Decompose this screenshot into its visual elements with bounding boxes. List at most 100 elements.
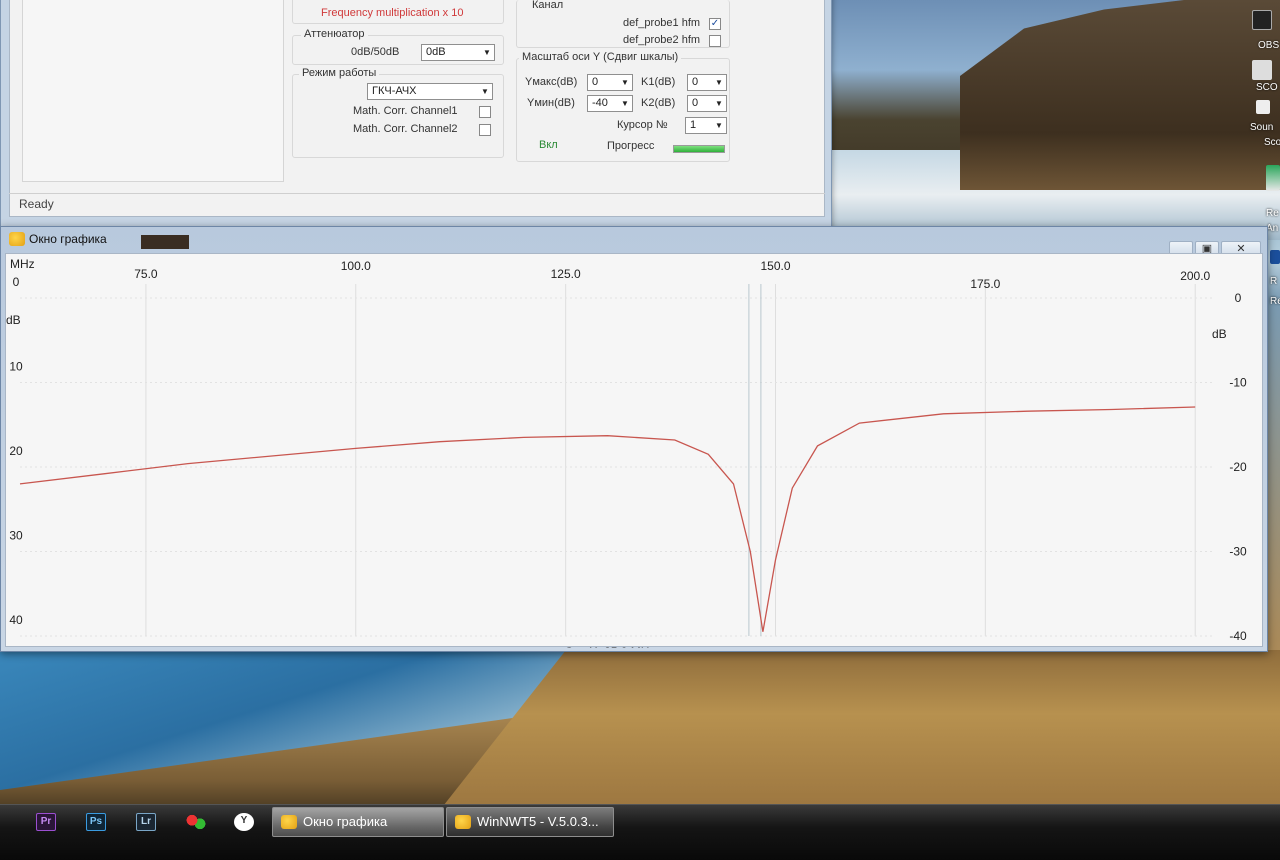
graph-window-title: Окно графика xyxy=(29,232,107,246)
cursor-value: 1 xyxy=(690,119,697,131)
y-tick-label-left: 30 xyxy=(9,529,23,543)
ymax-value: 0 xyxy=(592,76,599,88)
task-label: Окно графика xyxy=(303,814,388,829)
y-tick-label-right: -20 xyxy=(1229,460,1247,474)
math-corr-channel2-label: Math. Corr. Channel2 xyxy=(353,123,458,135)
x-tick-label: 200.0 xyxy=(1180,269,1210,283)
k2-value: 0 xyxy=(692,97,699,109)
x-tick-label: 125.0 xyxy=(551,267,581,281)
lightroom-icon[interactable]: Lr xyxy=(136,813,156,831)
y-unit-label-right: dB xyxy=(1212,327,1227,341)
math-corr-channel1-checkbox[interactable] xyxy=(479,106,491,118)
recycle-icon[interactable] xyxy=(1266,165,1280,191)
mode-select[interactable]: ГКЧ-АЧХ ▼ xyxy=(367,83,493,100)
desktop-icon-label: Re xyxy=(1266,208,1279,219)
sound-icon[interactable] xyxy=(1252,60,1272,80)
cursor-label: Курсор № xyxy=(617,119,668,131)
channel-title: Канал xyxy=(529,0,567,11)
attenuator-group: Аттенюатор 0dB/50dB 0dB ▼ xyxy=(292,28,504,65)
desktop-icon-label: Soun xyxy=(1250,122,1274,133)
task-winnwt5[interactable]: WinNWT5 - V.5.0.3... xyxy=(446,807,614,837)
k2-select[interactable]: 0 ▼ xyxy=(687,95,727,112)
chevron-down-icon: ▼ xyxy=(483,48,491,57)
y-tick-label-left: 0 xyxy=(13,275,20,289)
math-corr-channel1-label: Math. Corr. Channel1 xyxy=(353,105,458,117)
left-panel xyxy=(22,0,284,182)
chevron-down-icon: ▼ xyxy=(715,99,723,108)
attenuator-value: 0dB xyxy=(426,46,446,58)
x-tick-label: 175.0 xyxy=(970,277,1000,291)
desktop-icon-label: R xyxy=(1270,276,1278,287)
progress-fill xyxy=(674,146,724,152)
on-label: Вкл xyxy=(539,139,558,151)
probe2-label: def_probe2 hfm xyxy=(623,34,701,46)
desktop-icon-label: OBS xyxy=(1258,40,1280,51)
progress-label: Прогресс xyxy=(607,140,655,152)
desktop-icon-label: SCO xyxy=(1256,82,1278,93)
graph-window: Окно графика ▁ ▣ ✕ 75.0 100.0 125.0 150.0 17… xyxy=(0,226,1268,652)
plot-area[interactable]: 75.0 100.0 125.0 150.0 175.0 200.0 0 -10 -20 -30 -… xyxy=(5,253,1264,648)
winnwt-app-icon[interactable] xyxy=(9,232,25,246)
k2-label: K2(dB) xyxy=(641,97,676,109)
freq-multiplication-label: Frequency multiplication x 10 xyxy=(321,7,464,19)
chevron-down-icon: ▼ xyxy=(621,99,629,108)
progress-bar xyxy=(673,145,725,153)
task-graph-window[interactable]: Окно графика xyxy=(272,807,444,837)
ymin-value: -40 xyxy=(592,97,608,109)
probe2-checkbox[interactable] xyxy=(709,35,721,47)
attenuator-label: 0dB/50dB xyxy=(351,46,400,58)
y-tick-label-left: 20 xyxy=(9,444,23,458)
mode-value: ГКЧ-АЧХ xyxy=(372,85,417,97)
wallpaper-bank xyxy=(440,650,1280,810)
taskbar: Pr Ps Lr Y Окно графика WinNWT5 - V.5.0.… xyxy=(0,804,1280,860)
app-multicolor-icon[interactable] xyxy=(186,813,206,831)
y-tick-label-right: -30 xyxy=(1229,545,1247,559)
chevron-down-icon: ▼ xyxy=(621,78,629,87)
ymin-select[interactable]: -40 ▼ xyxy=(587,95,633,112)
ymax-select[interactable]: 0 ▼ xyxy=(587,74,633,91)
yandex-icon[interactable]: Y xyxy=(234,813,254,831)
chevron-down-icon: ▼ xyxy=(481,87,489,96)
k1-select[interactable]: 0 ▼ xyxy=(687,74,727,91)
title-thumbnail xyxy=(141,235,189,249)
probe1-label: def_probe1 hfm xyxy=(623,17,701,29)
app-icon-r[interactable] xyxy=(1270,250,1280,264)
y-tick-label-left: 10 xyxy=(9,360,23,374)
math-corr-channel2-checkbox[interactable] xyxy=(479,124,491,136)
ymax-label: Yмакс(dB) xyxy=(525,76,578,88)
main-window: Frequency multiplication x 10 Аттенюатор… xyxy=(0,0,832,232)
attenuator-select[interactable]: 0dB ▼ xyxy=(421,44,495,61)
x-axis-caption: Ось X: 25.0 MHz xyxy=(565,645,656,648)
chevron-down-icon: ▼ xyxy=(715,121,723,130)
winnwt-task-icon xyxy=(455,815,471,829)
premiere-icon[interactable]: Pr xyxy=(36,813,56,831)
task-label: WinNWT5 - V.5.0.3... xyxy=(477,814,599,829)
obs-icon[interactable] xyxy=(1252,10,1272,30)
y-tick-label-left: 40 xyxy=(9,613,23,627)
frequency-response-chart[interactable]: 75.0 100.0 125.0 150.0 175.0 200.0 0 -10 -20 -30 -… xyxy=(6,254,1264,648)
x-tick-label: 75.0 xyxy=(134,267,158,281)
desktop-icon-label: Re xyxy=(1270,296,1280,307)
chevron-down-icon: ▼ xyxy=(715,78,723,87)
cursor-select[interactable]: 1 ▼ xyxy=(685,117,727,134)
sound-shortcut-icon[interactable] xyxy=(1256,100,1270,114)
status-bar: Ready xyxy=(9,193,825,215)
channel-group: Канал def_probe1 hfm ✓ def_probe2 hfm xyxy=(516,0,730,48)
x-tick-label: 150.0 xyxy=(760,259,790,273)
main-window-client: Frequency multiplication x 10 Аттенюатор… xyxy=(9,0,825,217)
yscale-title: Масштаб оси Y (Сдвиг шкалы) xyxy=(519,51,682,63)
freq-group: Frequency multiplication x 10 xyxy=(292,0,504,24)
k1-value: 0 xyxy=(692,76,699,88)
attenuator-title: Аттенюатор xyxy=(301,28,368,40)
y-tick-label-right: 0 xyxy=(1235,291,1242,305)
photoshop-icon[interactable]: Ps xyxy=(86,813,106,831)
y-unit-label-left: dB xyxy=(6,313,21,327)
winnwt-task-icon xyxy=(281,815,297,829)
status-text: Ready xyxy=(19,197,54,211)
x-unit-label: MHz xyxy=(10,257,35,271)
mode-group: Режим работы ГКЧ-АЧХ ▼ Math. Corr. Chann… xyxy=(292,67,504,158)
desktop-icon-label: Sco xyxy=(1264,137,1280,148)
probe1-checkbox[interactable]: ✓ xyxy=(709,18,721,30)
y-tick-label-right: -40 xyxy=(1229,629,1247,643)
x-tick-label: 100.0 xyxy=(341,259,371,273)
